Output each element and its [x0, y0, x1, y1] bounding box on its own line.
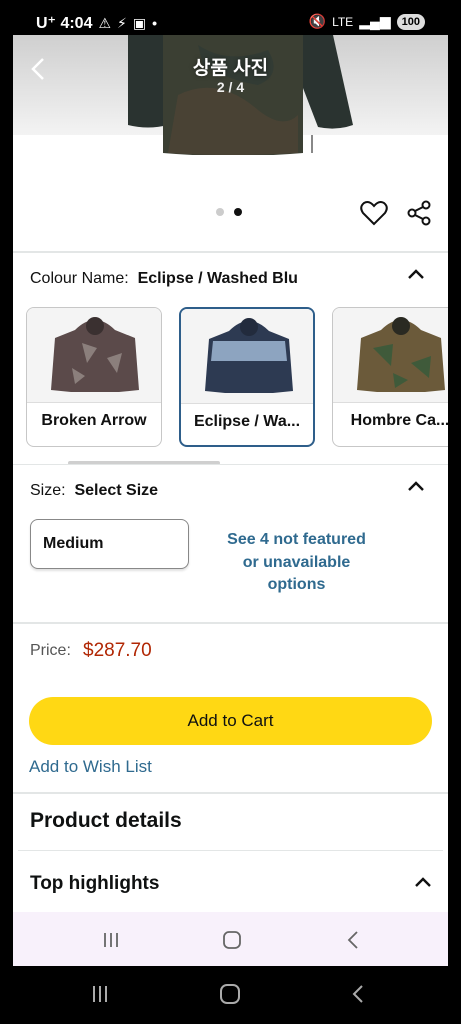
divider [13, 464, 448, 465]
top-highlights-heading[interactable]: Top highlights [30, 873, 159, 895]
data-saver-icon: ⚡ [117, 14, 127, 31]
pager-dot-active[interactable] [234, 208, 242, 216]
size-dropdown[interactable]: Medium [30, 519, 189, 569]
network-label: LTE [332, 14, 354, 29]
notification-dot-icon: • [152, 15, 158, 31]
screenshot-icon: ▣ [132, 14, 147, 31]
colour-label: Colour Name: [30, 270, 129, 287]
recents-icon[interactable] [101, 930, 121, 950]
warning-icon: ⚠ [98, 14, 112, 31]
divider [13, 792, 448, 794]
chevron-up-icon[interactable] [406, 479, 426, 493]
recents-icon[interactable] [90, 984, 110, 1004]
jacket-thumbnail [357, 317, 445, 392]
product-details-heading[interactable]: Product details [30, 809, 182, 833]
divider [13, 622, 448, 624]
share-icon[interactable] [406, 200, 432, 226]
mute-icon: 🔇 [308, 13, 327, 29]
system-nav-bar [0, 966, 461, 1024]
colour-selected: Eclipse / Washed Blu [137, 270, 298, 287]
carrier-time: U⁺ 4:04 [36, 15, 93, 32]
price-value: $287.70 [83, 640, 152, 661]
battery-icon: 100 [396, 13, 425, 30]
jacket-thumbnail [205, 318, 293, 393]
colour-swatch-selected[interactable]: Eclipse / Wa... [179, 307, 315, 447]
heart-icon[interactable] [360, 200, 388, 226]
back-icon[interactable] [351, 984, 365, 1004]
signal-icon: ▂▄▆ [359, 13, 391, 29]
pager-dots [216, 208, 242, 216]
colour-swatch[interactable]: Hombre Ca... [332, 307, 448, 447]
swatch-image [333, 308, 448, 403]
swatch-label: Eclipse / Wa... [193, 413, 301, 430]
swatch-image [181, 309, 313, 404]
swatch-label: Hombre Ca... [350, 412, 448, 429]
product-photo-gallery[interactable]: 상품 사진 2 / 4 [13, 35, 448, 253]
back-icon[interactable] [346, 930, 360, 950]
size-row: Size: Select Size [30, 482, 158, 500]
swatch-label: Broken Arrow [41, 412, 147, 429]
add-to-wish-list-link[interactable]: Add to Wish List [29, 757, 152, 777]
status-right: 🔇 LTE ▂▄▆ 100 [309, 13, 425, 30]
divider [13, 251, 448, 253]
colour-swatch-carousel[interactable]: Broken Arrow Eclipse / Wa... Hombre Ca..… [26, 307, 448, 447]
chevron-up-icon[interactable] [413, 875, 433, 889]
size-selected: Select Size [74, 482, 159, 499]
size-label: Size: [30, 482, 66, 499]
status-left: U⁺ 4:04 ⚠ ⚡ ▣ • [36, 13, 157, 33]
price-label: Price: [30, 642, 71, 659]
home-icon[interactable] [222, 930, 242, 950]
colour-name-row: Colour Name: Eclipse / Washed Blu [30, 270, 298, 288]
swatch-image [27, 308, 161, 403]
gallery-title: 상품 사진 [192, 58, 269, 79]
add-to-cart-button[interactable]: Add to Cart [29, 697, 432, 745]
see-unavailable-options-link[interactable]: See 4 not featured or unavailable options [209, 529, 384, 597]
app-screen: 상품 사진 2 / 4 Colour Name: Eclipse / Washe… [13, 35, 448, 966]
jacket-thumbnail [51, 317, 139, 392]
home-icon[interactable] [219, 983, 241, 1005]
colour-swatch[interactable]: Broken Arrow [26, 307, 162, 447]
divider [18, 850, 443, 851]
pager-dot[interactable] [216, 208, 224, 216]
gallery-counter: 2 / 4 [216, 79, 245, 95]
chevron-up-icon[interactable] [406, 267, 426, 281]
